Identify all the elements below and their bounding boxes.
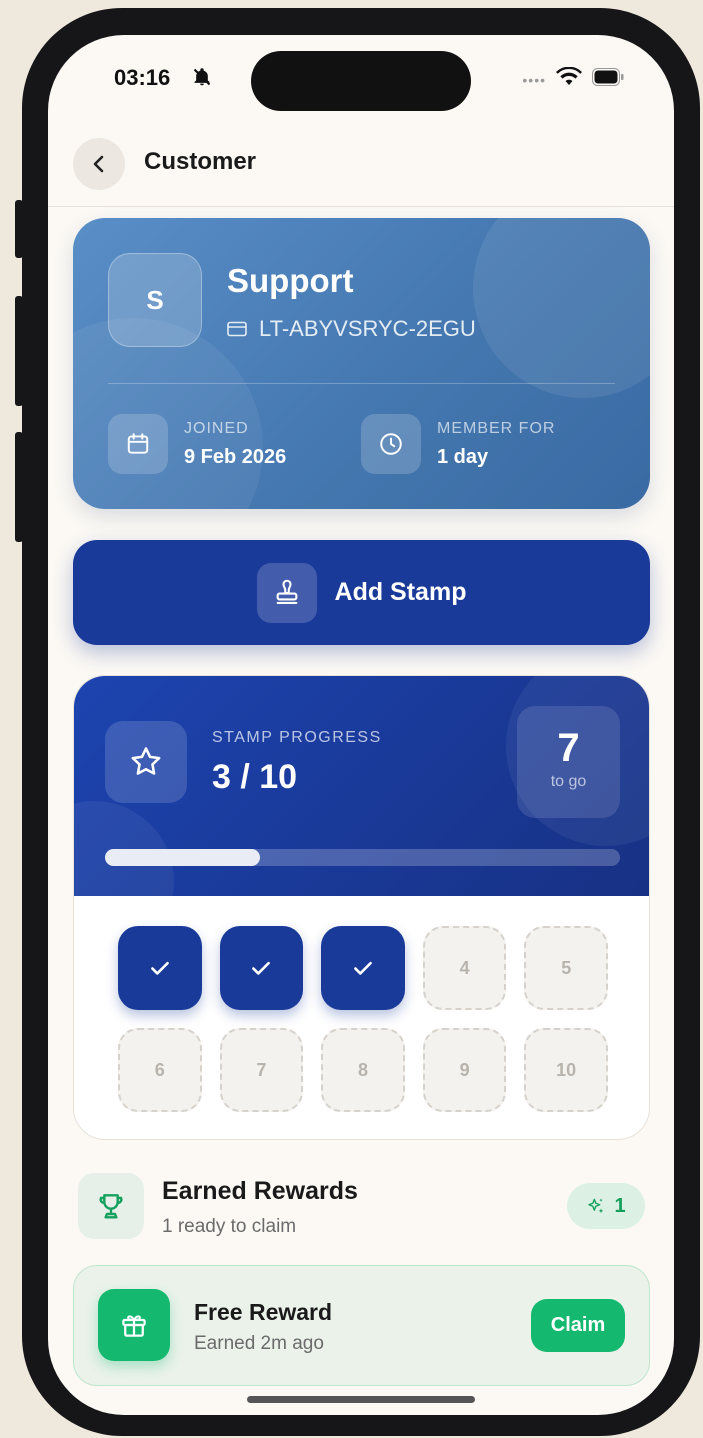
- stamp-row: 45: [118, 926, 608, 1010]
- stamp-slot-filled: [219, 926, 304, 1010]
- member-value: 1 day: [437, 445, 489, 468]
- stamp-slot-filled: [321, 926, 405, 1010]
- stamp-number: 9: [459, 1059, 470, 1080]
- divider: [108, 383, 615, 384]
- customer-id: LT-ABYVSRYC-2EGU: [227, 316, 476, 342]
- progress-header: STAMP PROGRESS 3 / 10 7 to go: [74, 676, 649, 896]
- header: Customer: [48, 135, 674, 207]
- member-info: MEMBER FOR 1 day: [361, 414, 555, 474]
- rewards-title: Earned Rewards: [162, 1177, 358, 1205]
- battery-icon: [592, 68, 624, 91]
- stamp-number: 7: [256, 1059, 267, 1080]
- back-button[interactable]: [73, 138, 125, 190]
- check-icon: [252, 961, 271, 975]
- progress-bar-fill: [105, 849, 260, 866]
- status-time: 03:16: [114, 65, 171, 90]
- profile-card: S Support LT-ABYVSRYC-2EGU JOINED 9 Feb …: [73, 218, 650, 509]
- stamp-slot-empty: 8: [321, 1028, 405, 1112]
- rewards-subtitle: 1 ready to claim: [162, 1216, 297, 1237]
- stamp-slot-filled: [118, 926, 202, 1010]
- to-go-label: to go: [550, 773, 587, 790]
- add-stamp-label: Add Stamp: [334, 578, 467, 606]
- back-chevron-icon: [93, 155, 104, 173]
- stamp-icon: [256, 562, 317, 623]
- decor-circle: [473, 218, 650, 398]
- check-icon: [150, 961, 169, 975]
- bell-off-icon: [192, 67, 212, 92]
- trophy-icon: [78, 1173, 144, 1239]
- wifi-icon: [556, 66, 582, 92]
- stamp-number: 6: [154, 1059, 165, 1080]
- home-indicator[interactable]: [247, 1396, 475, 1403]
- earned-rewards-header: Earned Rewards 1 ready to claim 1: [78, 1173, 645, 1239]
- customer-name: Support: [227, 262, 354, 299]
- star-icon: [105, 721, 187, 803]
- avatar: S: [108, 253, 202, 347]
- to-go-number: 7: [557, 726, 580, 770]
- status-icons: ••••: [522, 66, 624, 92]
- rewards-count-badge: 1: [567, 1183, 645, 1229]
- check-icon: [354, 961, 372, 975]
- stamp-slot-empty: 6: [118, 1028, 202, 1112]
- progress-count: 3 / 10: [212, 758, 298, 796]
- stamp-number: 5: [561, 957, 572, 978]
- screen: 03:16 •••• Customer S Support LT-ABYVSRY…: [48, 35, 674, 1415]
- reward-card: Free Reward Earned 2m ago Claim: [73, 1265, 650, 1386]
- calendar-icon: [108, 414, 168, 474]
- signal-dots-icon: ••••: [522, 71, 546, 88]
- to-go-badge: 7 to go: [517, 706, 620, 818]
- stamp-row: 6 7 8 9 10: [118, 1028, 608, 1112]
- member-label: MEMBER FOR: [437, 419, 556, 437]
- stamp-slot-empty: 5: [524, 926, 608, 1010]
- stamp-grid: 4 5 6 7 8 9 10: [118, 926, 608, 1130]
- stamp-progress-card: STAMP PROGRESS 3 / 10 7 to go 4 5 6 7 8 9 10: [73, 675, 650, 1140]
- stamp-number: 10: [556, 1059, 577, 1080]
- page-title: Customer: [144, 148, 257, 175]
- stamp-slot-empty: 4: [422, 926, 507, 1010]
- claim-button[interactable]: Claim: [531, 1299, 625, 1352]
- sparkle-icon: [588, 1198, 604, 1214]
- stamp-slot-empty: 9: [422, 1028, 507, 1112]
- add-stamp-button[interactable]: Add Stamp: [73, 540, 650, 645]
- progress-label: STAMP PROGRESS: [212, 729, 382, 746]
- stamp-number: 4: [459, 957, 470, 978]
- rewards-count: 1: [614, 1194, 626, 1217]
- stamp-number: 8: [357, 1059, 368, 1080]
- clock-icon: [361, 414, 421, 474]
- progress-bar: [105, 849, 620, 866]
- reward-earned-time: Earned 2m ago: [194, 1333, 324, 1354]
- gift-icon: [98, 1289, 170, 1361]
- joined-info: JOINED 9 Feb 2026: [108, 414, 286, 474]
- dynamic-island: [251, 51, 471, 111]
- reward-title: Free Reward: [194, 1299, 333, 1325]
- card-icon: [227, 321, 247, 337]
- joined-label: JOINED: [184, 419, 249, 437]
- stamp-slot-empty: 10: [524, 1028, 608, 1112]
- joined-value: 9 Feb 2026: [184, 445, 287, 468]
- customer-id-text: LT-ABYVSRYC-2EGU: [259, 316, 476, 341]
- stamp-slot-empty: 7: [219, 1028, 304, 1112]
